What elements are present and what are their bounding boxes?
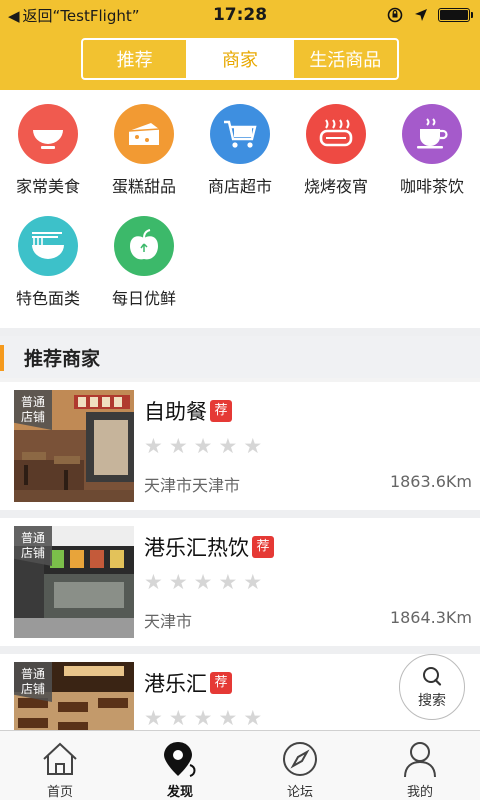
tab-discover[interactable]: 发现 bbox=[120, 731, 240, 800]
star-icon: ★ bbox=[168, 570, 188, 594]
section-header: 推荐商家 bbox=[0, 336, 480, 378]
category-label: 特色面类 bbox=[15, 289, 80, 308]
cake-icon bbox=[114, 104, 174, 164]
compass-icon bbox=[283, 742, 317, 776]
top-header: ◀ 返回“TestFlight” 17:28 推荐 商家 生活商品 bbox=[0, 0, 480, 90]
category-label: 咖啡茶饮 bbox=[399, 177, 464, 196]
rating-stars: ★ ★ ★ ★ ★ bbox=[144, 572, 262, 593]
tab-forum[interactable]: 论坛 bbox=[240, 731, 360, 800]
bottom-tab-bar: 首页 发现 论坛 我的 bbox=[0, 730, 480, 800]
shop-name-text: 自助餐 bbox=[144, 400, 207, 424]
shop-distance: 1863.6Km bbox=[389, 472, 472, 491]
divider bbox=[0, 646, 480, 654]
star-icon: ★ bbox=[168, 706, 188, 730]
divider bbox=[0, 510, 480, 518]
star-icon: ★ bbox=[218, 706, 238, 730]
category-home-food[interactable]: 家常美食 bbox=[0, 104, 96, 197]
recommend-tag: 荐 bbox=[252, 536, 274, 558]
star-icon: ★ bbox=[193, 434, 213, 458]
category-label: 烧烤夜宵 bbox=[303, 177, 368, 196]
tab-label: 论坛 bbox=[286, 785, 313, 800]
apple-icon bbox=[114, 216, 174, 276]
recommend-tag: 荐 bbox=[210, 672, 232, 694]
star-icon: ★ bbox=[144, 706, 163, 730]
shop-city: 天津市 bbox=[144, 612, 193, 631]
discover-pin-icon bbox=[164, 742, 196, 777]
category-grid: 家常美食 蛋糕甜品 商店超市 烧烤夜宵 咖啡茶饮 特色面类 每日优鲜 bbox=[0, 90, 480, 328]
home-icon bbox=[43, 742, 77, 775]
search-button[interactable]: 搜索 bbox=[399, 654, 465, 720]
shop-name: 港乐汇 荐 bbox=[144, 668, 232, 698]
noodles-icon bbox=[18, 216, 78, 276]
shop-card[interactable]: 普通 店铺 自助餐 荐 ★ ★ ★ ★ ★ 天津市天津市 1863.6Km bbox=[0, 382, 480, 510]
star-icon: ★ bbox=[218, 434, 238, 458]
category-label: 商店超市 bbox=[207, 177, 272, 196]
shop-city: 天津市天津市 bbox=[144, 476, 241, 495]
section-title: 推荐商家 bbox=[24, 348, 101, 370]
tab-mine[interactable]: 我的 bbox=[360, 731, 480, 800]
tab-label: 首页 bbox=[46, 785, 73, 800]
section-accent-bar bbox=[0, 345, 4, 371]
coffee-cup-icon bbox=[402, 104, 462, 164]
battery-icon bbox=[438, 8, 473, 22]
shopping-cart-icon bbox=[210, 104, 270, 164]
category-label: 蛋糕甜品 bbox=[111, 177, 176, 196]
shop-distance: 1864.3Km bbox=[389, 608, 472, 627]
star-icon: ★ bbox=[144, 434, 163, 458]
tab-merchants[interactable]: 商家 bbox=[188, 40, 294, 78]
star-icon: ★ bbox=[243, 706, 263, 730]
tab-home[interactable]: 首页 bbox=[0, 731, 120, 800]
star-icon: ★ bbox=[243, 570, 263, 594]
tab-life-goods[interactable]: 生活商品 bbox=[294, 40, 397, 78]
status-indicators bbox=[386, 6, 473, 24]
location-arrow-icon bbox=[415, 9, 427, 21]
grill-icon bbox=[306, 104, 366, 164]
category-supermarket[interactable]: 商店超市 bbox=[192, 104, 288, 197]
star-icon: ★ bbox=[218, 570, 238, 594]
star-icon: ★ bbox=[193, 706, 213, 730]
star-icon: ★ bbox=[243, 434, 263, 458]
star-icon: ★ bbox=[168, 434, 188, 458]
tab-recommend[interactable]: 推荐 bbox=[83, 40, 189, 78]
rating-stars: ★ ★ ★ ★ ★ bbox=[144, 708, 262, 729]
category-tabs: 推荐 商家 生活商品 bbox=[81, 38, 399, 80]
search-icon bbox=[423, 666, 442, 686]
status-bar: ◀ 返回“TestFlight” 17:28 bbox=[0, 0, 480, 30]
category-coffee-tea[interactable]: 咖啡茶饮 bbox=[384, 104, 480, 197]
category-label: 每日优鲜 bbox=[111, 289, 176, 308]
orientation-lock-icon bbox=[387, 7, 403, 23]
shop-name-text: 港乐汇热饮 bbox=[144, 536, 249, 560]
star-icon: ★ bbox=[193, 570, 213, 594]
recommend-tag: 荐 bbox=[210, 400, 232, 422]
divider bbox=[0, 328, 480, 336]
star-icon: ★ bbox=[144, 570, 163, 594]
search-button-label: 搜索 bbox=[418, 692, 446, 709]
category-cake-dessert[interactable]: 蛋糕甜品 bbox=[96, 104, 192, 197]
category-daily-fresh[interactable]: 每日优鲜 bbox=[96, 216, 192, 309]
person-icon bbox=[404, 742, 436, 778]
shop-name-text: 港乐汇 bbox=[144, 672, 207, 696]
tab-label: 发现 bbox=[166, 785, 193, 800]
shop-card[interactable]: 普通 店铺 港乐汇热饮 荐 ★ ★ ★ ★ ★ 天津市 1864.3Km bbox=[0, 518, 480, 646]
category-bbq-night[interactable]: 烧烤夜宵 bbox=[288, 104, 384, 197]
rating-stars: ★ ★ ★ ★ ★ bbox=[144, 436, 262, 457]
category-noodles[interactable]: 特色面类 bbox=[0, 216, 96, 309]
category-label: 家常美食 bbox=[15, 177, 80, 196]
shop-name: 港乐汇热饮 荐 bbox=[144, 532, 274, 562]
tab-label: 我的 bbox=[406, 785, 433, 800]
bowl-icon bbox=[18, 104, 78, 164]
shop-name: 自助餐 荐 bbox=[144, 396, 232, 426]
app-screen: ◀ 返回“TestFlight” 17:28 推荐 商家 生活商品 家常美食 蛋… bbox=[0, 0, 480, 800]
